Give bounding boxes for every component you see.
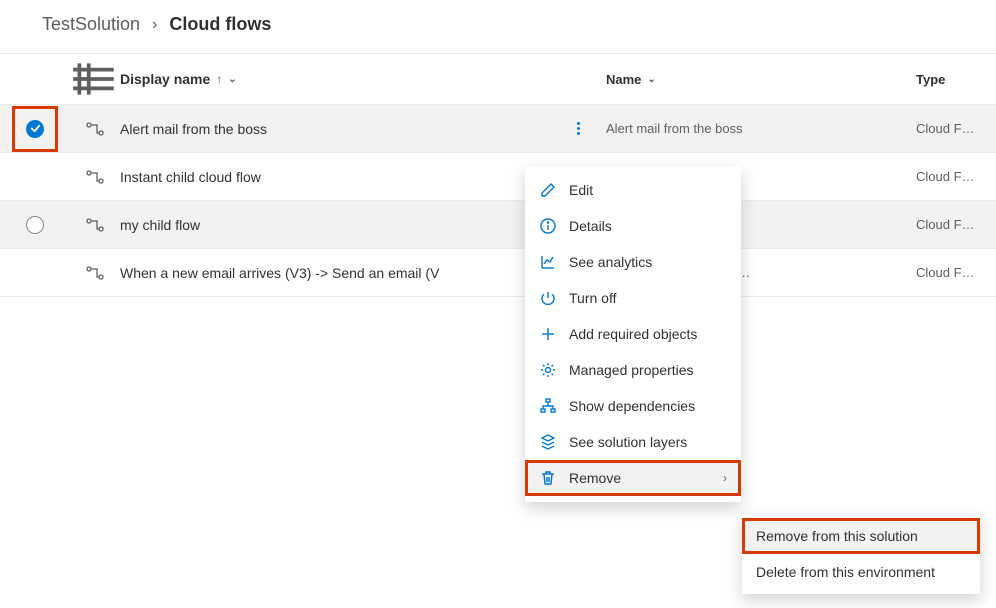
- chevron-right-icon: ›: [152, 16, 157, 34]
- row-type: Cloud F…: [916, 121, 996, 136]
- plus-icon: [539, 325, 557, 343]
- row-more-actions-button[interactable]: [565, 115, 593, 143]
- menu-label: Remove: [569, 470, 621, 486]
- column-header-type[interactable]: Type: [916, 72, 996, 87]
- breadcrumb-parent[interactable]: TestSolution: [42, 14, 140, 35]
- menu-label: Add required objects: [569, 326, 697, 342]
- sort-ascending-icon: ↑: [216, 72, 222, 86]
- row-type: Cloud F…: [916, 265, 996, 280]
- menu-item-add-objects[interactable]: Add required objects: [525, 316, 741, 352]
- chevron-right-icon: ›: [723, 471, 727, 485]
- row-checkbox[interactable]: [0, 106, 70, 152]
- column-header-name[interactable]: Name ⌄: [606, 72, 916, 87]
- table-header: Display name ↑ ⌄ Name ⌄ Type: [0, 53, 996, 105]
- flow-icon: [70, 167, 120, 187]
- menu-item-details[interactable]: Details: [525, 208, 741, 244]
- flow-icon: [70, 263, 120, 283]
- menu-label: Show dependencies: [569, 398, 695, 414]
- flows-table: Display name ↑ ⌄ Name ⌄ Type: [0, 53, 996, 297]
- flow-icon: [70, 215, 120, 235]
- menu-item-managed-properties[interactable]: Managed properties: [525, 352, 741, 388]
- chevron-down-icon: ⌄: [228, 74, 236, 85]
- dependencies-icon: [539, 397, 557, 415]
- column-label: Display name: [120, 71, 210, 87]
- column-label: Type: [916, 72, 945, 87]
- menu-label: Details: [569, 218, 612, 234]
- menu-item-remove[interactable]: Remove ›: [525, 460, 741, 496]
- column-label: Name: [606, 72, 641, 87]
- edit-icon: [539, 181, 557, 199]
- checkmark-icon: [26, 120, 44, 138]
- checkbox-empty-icon: [26, 216, 44, 234]
- breadcrumb: TestSolution › Cloud flows: [0, 0, 996, 53]
- menu-item-dependencies[interactable]: Show dependencies: [525, 388, 741, 424]
- table-row[interactable]: Instant child cloud flow Cloud F…: [0, 153, 996, 201]
- row-display-name[interactable]: Alert mail from the boss: [120, 121, 551, 137]
- row-type: Cloud F…: [916, 217, 996, 232]
- column-customize[interactable]: [70, 54, 120, 104]
- remove-submenu: Remove from this solution Delete from th…: [742, 514, 980, 594]
- menu-label: See analytics: [569, 254, 652, 270]
- row-display-name[interactable]: When a new email arrives (V3) -> Send an…: [120, 265, 551, 281]
- menu-label: Remove from this solution: [756, 528, 918, 544]
- power-icon: [539, 289, 557, 307]
- menu-label: See solution layers: [569, 434, 687, 450]
- row-display-name[interactable]: my child flow: [120, 217, 551, 233]
- menu-label: Delete from this environment: [756, 564, 935, 580]
- more-vertical-icon: [577, 122, 580, 135]
- analytics-icon: [539, 253, 557, 271]
- info-icon: [539, 217, 557, 235]
- submenu-item-remove-from-solution[interactable]: Remove from this solution: [742, 518, 980, 554]
- menu-label: Edit: [569, 182, 593, 198]
- row-display-name[interactable]: Instant child cloud flow: [120, 169, 551, 185]
- submenu-item-delete-from-environment[interactable]: Delete from this environment: [742, 554, 980, 590]
- chevron-down-icon: ⌄: [647, 74, 655, 85]
- menu-label: Turn off: [569, 290, 616, 306]
- menu-item-analytics[interactable]: See analytics: [525, 244, 741, 280]
- flow-icon: [70, 119, 120, 139]
- row-type: Cloud F…: [916, 169, 996, 184]
- menu-item-edit[interactable]: Edit: [525, 172, 741, 208]
- menu-item-turn-off[interactable]: Turn off: [525, 280, 741, 316]
- context-menu: Edit Details See analytics Turn off Add …: [525, 166, 741, 502]
- menu-label: Managed properties: [569, 362, 694, 378]
- row-checkbox[interactable]: [0, 216, 70, 234]
- breadcrumb-current: Cloud flows: [169, 14, 271, 35]
- column-header-display-name[interactable]: Display name ↑ ⌄: [120, 71, 551, 87]
- gear-icon: [539, 361, 557, 379]
- layers-icon: [539, 433, 557, 451]
- table-row[interactable]: my child flow Cloud F…: [0, 201, 996, 249]
- table-row[interactable]: Alert mail from the boss Alert mail from…: [0, 105, 996, 153]
- table-row[interactable]: When a new email arrives (V3) -> Send an…: [0, 249, 996, 297]
- menu-item-solution-layers[interactable]: See solution layers: [525, 424, 741, 460]
- trash-icon: [539, 469, 557, 487]
- row-name: Alert mail from the boss: [606, 121, 916, 136]
